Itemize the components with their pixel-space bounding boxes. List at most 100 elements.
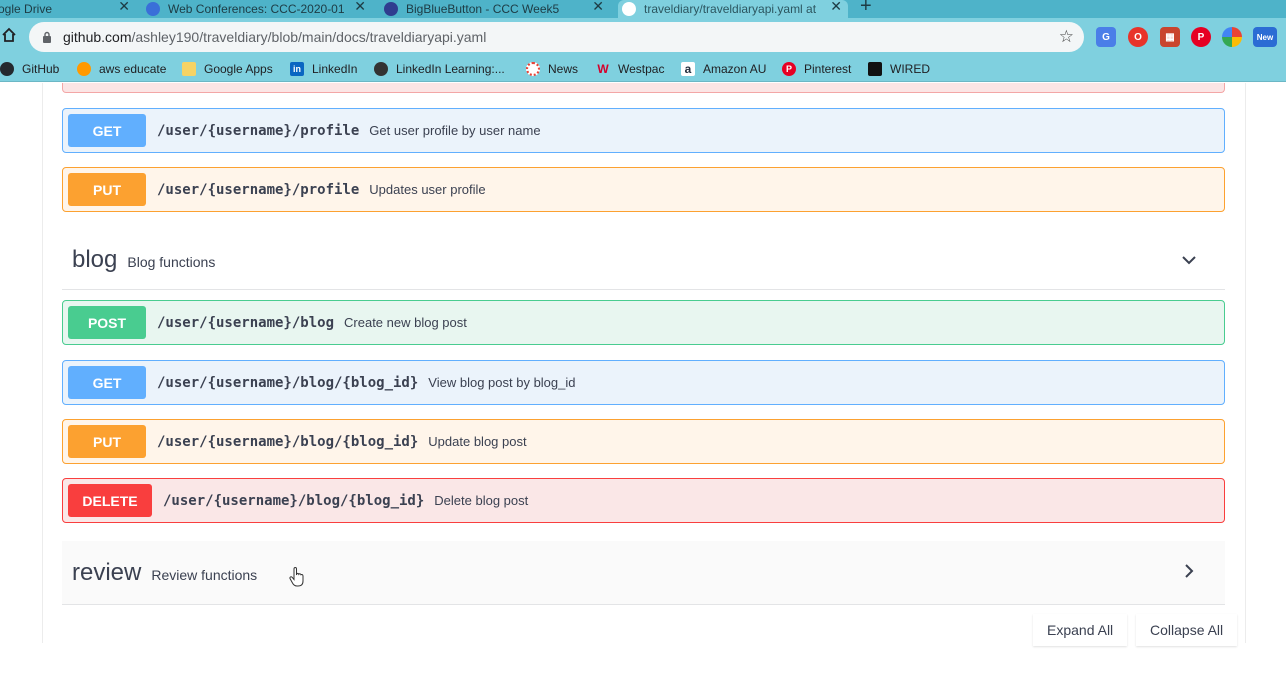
tab-traveldiary-active[interactable]: traveldiary/traveldiaryapi.yaml at ✕ [618,0,848,18]
tag-section-review[interactable]: review Review functions [62,541,1225,605]
close-icon[interactable]: ✕ [354,0,366,15]
collapse-all-button[interactable]: Collapse All [1136,614,1238,646]
tab-bigbluebutton[interactable]: BigBlueButton - CCC Week5 ✕ [384,0,610,18]
close-icon[interactable]: ✕ [592,0,604,15]
bigbluebutton-icon [384,2,398,16]
method-badge-post: POST [68,306,146,339]
operation-summary: Update blog post [428,434,527,449]
canvas-icon [146,2,160,16]
globe-icon [374,62,388,76]
browser-tab-strip: ogle Drive ✕ Web Conferences: CCC-2020-0… [0,0,1286,18]
operation-post-blog[interactable]: POST /user/{username}/blog Create new bl… [62,300,1225,345]
bookmark-label: LinkedIn [312,62,358,76]
bookmark-star-icon[interactable]: ☆ [1059,27,1074,47]
bookmark-westpac[interactable]: W Westpac [596,60,664,78]
close-icon[interactable]: ✕ [118,0,130,15]
method-badge-delete: DELETE [68,484,152,517]
bookmark-label: Westpac [618,62,665,76]
chevron-right-icon[interactable] [1181,563,1197,579]
news-icon [526,62,540,76]
operation-get-blog-post[interactable]: GET /user/{username}/blog/{blog_id} View… [62,360,1225,405]
method-badge-put: PUT [68,425,146,458]
chevron-down-icon[interactable] [1181,252,1197,268]
operation-summary: Delete blog post [434,493,529,508]
new-tab-button[interactable]: + [860,0,872,18]
bookmark-linkedin-learning[interactable]: LinkedIn Learning:... [374,60,505,78]
tag-section-blog[interactable]: blog Blog functions [62,230,1225,290]
operation-path: /user/{username}/blog/{blog_id} [157,433,419,450]
bookmark-label: Google Apps [204,62,273,76]
bookmark-news[interactable]: News [526,60,578,78]
tab-web-conferences[interactable]: Web Conferences: CCC-2020-01 ✕ [146,0,372,18]
operation-delete-blog-post[interactable]: DELETE /user/{username}/blog/{blog_id} D… [62,478,1225,523]
tab-title: traveldiary/traveldiaryapi.yaml at [644,2,817,16]
url-host: github.com [63,29,132,45]
operation-put-blog-post[interactable]: PUT /user/{username}/blog/{blog_id} Upda… [62,419,1225,464]
bookmark-label: aws educate [99,62,167,76]
browser-toolbar: github.com/ashley190/traveldiary/blob/ma… [0,18,1286,56]
tag-name: blog [72,245,118,273]
operation-path: /user/{username}/blog/{blog_id} [163,492,425,509]
bookmark-label: LinkedIn Learning:... [396,62,505,76]
bookmark-linkedin[interactable]: in LinkedIn [290,60,357,78]
bookmarks-bar: GitHub aws educate Google Apps in Linked… [0,56,1286,82]
bookmark-pinterest[interactable]: P Pinterest [782,60,851,78]
aws-icon [77,62,91,76]
calendar-extension-icon[interactable]: ▦ [1160,27,1180,47]
bookmark-label: News [548,62,579,76]
lock-icon [43,31,51,43]
tab-google-drive[interactable]: ogle Drive ✕ [0,0,136,18]
hand-pointer-cursor-icon [289,567,304,587]
bookmark-google-apps[interactable]: Google Apps [182,60,273,78]
address-bar[interactable]: github.com/ashley190/traveldiary/blob/ma… [29,22,1084,52]
bookmark-wired[interactable]: WIRED [868,60,930,78]
operation-summary: Create new blog post [344,315,467,330]
tag-description: Review functions [151,566,258,583]
close-icon[interactable]: ✕ [830,0,842,15]
home-icon[interactable] [1,27,17,43]
westpac-icon: W [597,62,609,76]
tab-title: BigBlueButton - CCC Week5 [406,2,560,16]
pinterest-extension-icon[interactable]: P [1191,27,1211,47]
folder-icon [182,62,196,76]
new-extension-icon[interactable]: New [1253,27,1277,47]
amazon-icon: a [681,62,695,76]
content-border-right [1245,83,1246,643]
bookmark-aws-educate[interactable]: aws educate [77,60,166,78]
url-path: /ashley190/traveldiary/blob/main/docs/tr… [131,29,487,45]
linkedin-icon: in [290,62,304,76]
tag-description: Blog functions [127,253,216,270]
method-badge-put: PUT [68,173,146,206]
operation-summary: Updates user profile [369,182,486,197]
operation-path: /user/{username}/profile [157,122,360,139]
operation-path: /user/{username}/profile [157,181,360,198]
color-picker-extension-icon[interactable] [1222,27,1242,47]
operation-get-user-profile[interactable]: GET /user/{username}/profile Get user pr… [62,108,1225,153]
bookmark-label: GitHub [22,62,60,76]
operation-path: /user/{username}/blog [157,314,335,331]
pinterest-icon: P [782,62,796,76]
tab-title: Web Conferences: CCC-2020-01 [168,2,345,16]
content-border-left [42,83,43,643]
bookmark-amazon[interactable]: a Amazon AU [681,60,766,78]
wired-icon [868,62,882,76]
swagger-ui-page: GET /user/{username}/profile Get user pr… [0,83,1286,677]
operation-summary: View blog post by blog_id [428,375,576,390]
github-icon [0,62,14,76]
method-badge-get: GET [68,114,146,147]
operation-path: /user/{username}/blog/{blog_id} [157,374,419,391]
bookmark-github[interactable]: GitHub [0,60,59,78]
translate-extension-icon[interactable]: G [1096,27,1116,47]
url-text: github.com/ashley190/traveldiary/blob/ma… [63,29,486,45]
operation-put-user-profile[interactable]: PUT /user/{username}/profile Updates use… [62,167,1225,212]
bookmark-label: Pinterest [804,62,852,76]
bookmark-label: Amazon AU [703,62,767,76]
operation-summary: Get user profile by user name [369,123,541,138]
github-icon [622,2,636,16]
bookmark-label: WIRED [890,62,930,76]
expand-all-button[interactable]: Expand All [1033,614,1128,646]
method-badge-get: GET [68,366,146,399]
tag-name: review [72,558,142,586]
opera-extension-icon[interactable]: O [1128,27,1148,47]
previous-operation-partial[interactable] [62,83,1225,93]
